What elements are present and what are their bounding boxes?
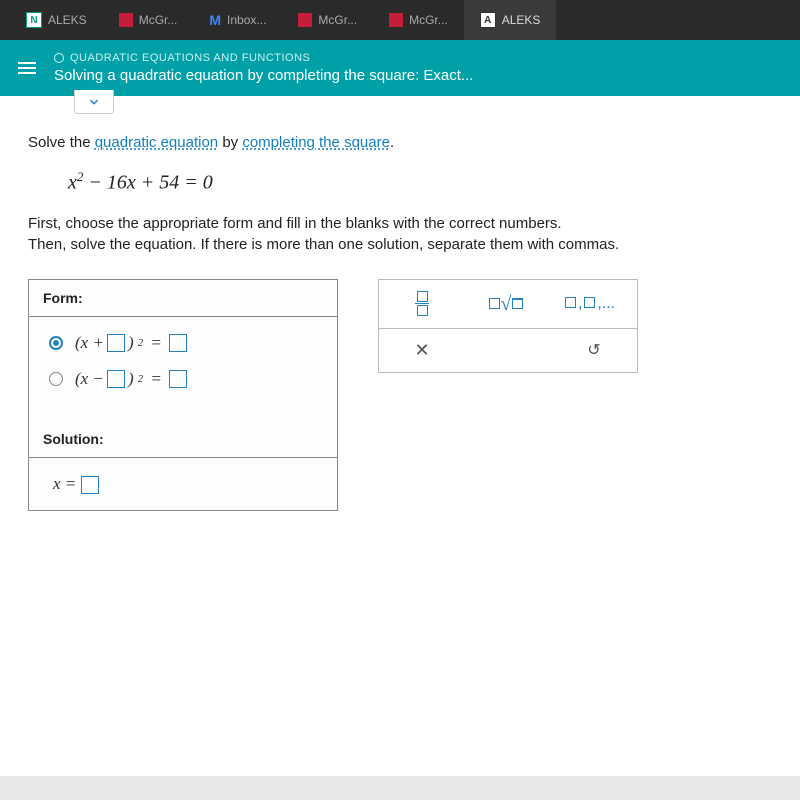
solution-row: x = xyxy=(29,458,337,510)
instruction-block-2: First, choose the appropriate form and f… xyxy=(28,213,772,255)
clear-button[interactable]: ✕ xyxy=(397,335,447,365)
expr-minus: (x − )2 = xyxy=(75,369,187,389)
form-label: Form: xyxy=(29,280,337,317)
form-option-minus[interactable]: (x − )2 = xyxy=(49,369,317,389)
mcgraw-icon xyxy=(389,13,403,27)
tab-aleks-1[interactable]: N ALEKS xyxy=(10,0,103,40)
math-palette: √ ,,... ✕ ↺ xyxy=(378,279,638,373)
blank-input[interactable] xyxy=(107,334,125,352)
answer-box: Form: (x + )2 = (x − )2 = Solution: x xyxy=(28,279,338,511)
menu-icon[interactable] xyxy=(18,62,36,74)
tab-label: McGr... xyxy=(318,13,357,27)
aleks-n-icon: N xyxy=(26,12,42,28)
list-button[interactable]: ,,... xyxy=(565,289,615,319)
tab-mcgr-2[interactable]: McGr... xyxy=(282,0,373,40)
undo-button[interactable]: ↺ xyxy=(569,335,619,365)
sqrt-icon: √ xyxy=(489,298,524,309)
undo-icon: ↺ xyxy=(587,340,600,360)
tab-mcgr-3[interactable]: McGr... xyxy=(373,0,464,40)
blank-input[interactable] xyxy=(169,370,187,388)
term-completing-square[interactable]: completing the square xyxy=(242,134,390,151)
tab-label: McGr... xyxy=(409,13,448,27)
page-title: Solving a quadratic equation by completi… xyxy=(54,67,782,84)
breadcrumb-circle-icon xyxy=(54,53,64,63)
aleks-a-icon: A xyxy=(480,12,496,28)
equation-display: x2 − 16x + 54 = 0 xyxy=(68,169,772,195)
content-area: Solve the quadratic equation by completi… xyxy=(0,96,800,776)
tab-aleks-2[interactable]: A ALEKS xyxy=(464,0,557,40)
mcgraw-icon xyxy=(298,13,312,27)
tab-inbox[interactable]: M Inbox... xyxy=(193,0,282,40)
radio-selected-icon xyxy=(49,336,63,350)
tab-label: Inbox... xyxy=(227,13,266,27)
blank-input[interactable] xyxy=(169,334,187,352)
solution-blank-input[interactable] xyxy=(81,476,99,494)
expand-chevron-button[interactable] xyxy=(74,90,114,114)
form-option-plus[interactable]: (x + )2 = xyxy=(49,333,317,353)
browser-tabs-bar: N ALEKS McGr... M Inbox... McGr... McGr.… xyxy=(0,0,800,40)
chevron-down-icon xyxy=(87,95,101,109)
tab-label: McGr... xyxy=(139,13,178,27)
blank-input[interactable] xyxy=(107,370,125,388)
radio-unselected-icon xyxy=(49,372,63,386)
instruction-line-1: Solve the quadratic equation by completi… xyxy=(28,134,772,151)
comma-list-icon: ,,... xyxy=(565,295,615,313)
fraction-button[interactable] xyxy=(397,289,447,319)
x-icon: ✕ xyxy=(414,340,429,361)
breadcrumb: QUADRATIC EQUATIONS AND FUNCTIONS xyxy=(54,52,782,64)
gmail-m-icon: M xyxy=(209,12,221,28)
sqrt-button[interactable]: √ xyxy=(481,289,531,319)
tab-label: ALEKS xyxy=(48,13,87,27)
tab-mcgr-1[interactable]: McGr... xyxy=(103,0,194,40)
solution-label: Solution: xyxy=(29,421,337,458)
tab-label: ALEKS xyxy=(502,13,541,27)
expr-plus: (x + )2 = xyxy=(75,333,187,353)
mcgraw-icon xyxy=(119,13,133,27)
topic-header: QUADRATIC EQUATIONS AND FUNCTIONS Solvin… xyxy=(0,40,800,96)
fraction-icon xyxy=(415,291,429,316)
term-quadratic-equation[interactable]: quadratic equation xyxy=(95,134,218,151)
